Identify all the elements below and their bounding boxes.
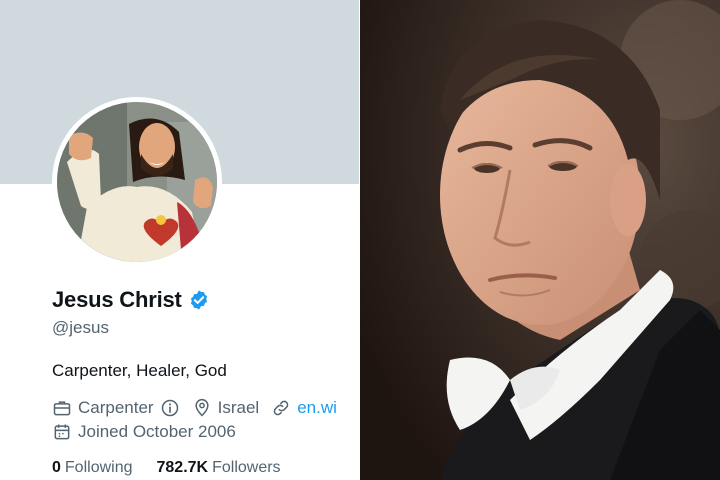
profile-handle: @jesus <box>52 318 109 337</box>
profile-name-row: Jesus Christ <box>52 287 210 313</box>
followers-count: 782.7K <box>156 459 209 476</box>
location-item: Israel <box>192 398 260 418</box>
location-label: Israel <box>217 398 260 417</box>
followers-link[interactable]: 782.7K Followers <box>157 459 281 477</box>
profession-label: Carpenter <box>78 398 154 417</box>
verified-badge-icon[interactable] <box>188 289 210 311</box>
profile-joined-row: Joined October 2006 <box>52 422 248 442</box>
portrait-image <box>360 0 720 480</box>
profile-panel: Jesus Christ @jesus Carpenter, Healer, G… <box>0 0 360 480</box>
location-pin-icon <box>195 398 209 417</box>
following-label: Following <box>64 459 133 476</box>
website-link[interactable]: en.wi <box>297 398 337 418</box>
profile-stats: 0 Following 782.7K Followers <box>52 459 281 477</box>
avatar[interactable] <box>52 97 222 267</box>
followers-label: Followers <box>212 459 281 476</box>
info-icon[interactable] <box>160 398 180 418</box>
link-icon <box>273 400 289 416</box>
profession-item: Carpenter <box>52 398 180 418</box>
portrait-photo <box>360 0 720 480</box>
profile-meta-row: Carpenter Israel en.wi <box>52 398 349 418</box>
joined-item: Joined October 2006 <box>52 422 236 442</box>
calendar-icon <box>54 424 70 440</box>
profile-name: Jesus Christ <box>52 287 182 312</box>
following-count: 0 <box>52 459 61 476</box>
following-link[interactable]: 0 Following <box>52 459 133 477</box>
briefcase-icon <box>53 401 71 416</box>
avatar-image <box>57 102 217 262</box>
website-item[interactable]: en.wi <box>271 398 337 418</box>
profile-bio: Carpenter, Healer, God <box>52 361 227 380</box>
joined-label: Joined October 2006 <box>78 422 236 441</box>
